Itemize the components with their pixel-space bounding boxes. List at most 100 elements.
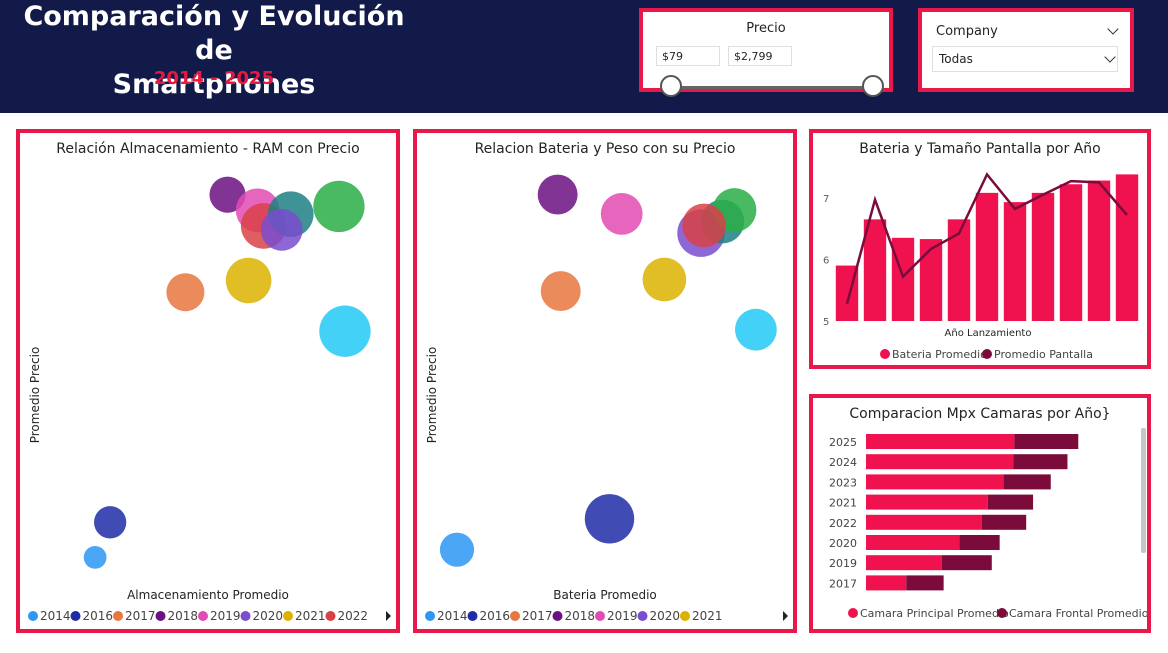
combo-chart-battery-screen: 5 6 7 Año Lanzamiento Bateria Promedio Promed… [823, 172, 1139, 361]
bar-front-2019 [941, 555, 992, 571]
bar-card-cameras[interactable]: Comparacion Mpx Camaras por Año} 2025 202… [809, 394, 1151, 633]
scatter-point-2016 [584, 494, 635, 544]
price-slider-track[interactable] [671, 86, 873, 89]
title-line-1: Comparación y Evolución de [23, 1, 405, 66]
y-tick-label: 5 [823, 317, 829, 328]
bar-2020 [975, 192, 999, 321]
scatter-chart-battery: Bateria Promedio Promedio Precio 2014 2016 2… [425, 174, 788, 623]
bar-front-2024 [1013, 454, 1068, 470]
price-slicer[interactable]: Precio $79 $2,799 [639, 8, 893, 97]
bar-front-2021 [987, 494, 1034, 510]
scatter-point-2025 [319, 305, 371, 357]
legend-marker-2020 [240, 611, 251, 621]
legend-label-2019: 2019 [607, 609, 638, 623]
legend-marker-2019 [198, 611, 208, 621]
legend-label-2017: 2017 [125, 609, 156, 623]
y-tick-label: 2023 [829, 476, 857, 489]
price-slider-max-handle[interactable] [862, 75, 884, 97]
company-slicer-title: Company [936, 24, 998, 39]
price-slider-min-handle[interactable] [660, 75, 682, 97]
bar-2023 [1059, 184, 1083, 321]
scatter-point-2022 [682, 203, 726, 248]
legend-label-2016: 2016 [480, 609, 511, 623]
legend-marker-2021 [680, 611, 690, 621]
legend-next-arrow-icon [386, 611, 391, 621]
legend-marker-2018 [155, 611, 166, 621]
bar-main-2021 [866, 494, 988, 510]
scatter-point-2023 [313, 180, 365, 233]
company-dropdown[interactable]: Todas [932, 46, 1118, 72]
bar-main-2024 [866, 454, 1014, 470]
legend-label-front-camera: Camara Frontal Promedio [1009, 607, 1147, 620]
legend-next-arrow-icon [783, 611, 788, 621]
legend-marker-2019 [595, 611, 605, 621]
company-slicer[interactable]: Company Todas [918, 8, 1134, 92]
bar-main-2019 [866, 555, 942, 571]
y-tick-label: 7 [823, 194, 829, 205]
legend-label-2014: 2014 [40, 609, 71, 623]
legend-label-2019: 2019 [210, 609, 241, 623]
bar-front-2023 [1003, 474, 1051, 490]
bar-chart-cameras: 2025 2024 2023 2021 2022 2020 2019 2017 Camara P… [829, 428, 1147, 620]
bar-front-2020 [959, 535, 1000, 550]
legend-marker-main-camera [848, 608, 858, 618]
bar-2022 [1031, 192, 1055, 321]
legend-marker-2016 [467, 611, 478, 621]
y-tick-label: 2025 [829, 436, 857, 449]
header-banner: Comparación y Evolución de Smartphones 2… [0, 0, 1168, 113]
report-subtitle: 2014 - 2025 [153, 68, 275, 89]
y-axis-label: Promedio Precio [28, 347, 42, 444]
legend-marker-front-camera [997, 608, 1007, 618]
scatter-point-2017 [540, 271, 581, 312]
price-min-input[interactable]: $79 [656, 46, 720, 66]
bar-main-2020 [866, 535, 960, 550]
y-tick-label: 2024 [829, 456, 857, 469]
bar-front-2022 [981, 514, 1027, 530]
bar-2016 [863, 219, 887, 321]
bar-2025 [1115, 174, 1139, 321]
scatter-point-2025 [735, 308, 777, 351]
scatter-card-battery[interactable]: Relacion Bateria y Peso con su Precio Ba… [413, 129, 797, 633]
y-tick-label: 2017 [829, 577, 857, 590]
legend-marker-screen [982, 349, 992, 359]
legend-marker-2022 [325, 611, 336, 621]
combo-card-battery-screen[interactable]: Bateria y Tamaño Pantalla por Año 5 6 7 Año… [809, 129, 1151, 369]
bar-2018 [919, 239, 943, 321]
x-axis-label: Año Lanzamiento [945, 328, 1032, 339]
legend-label-2017: 2017 [522, 609, 553, 623]
y-tick-label: 2021 [829, 497, 857, 510]
legend-label-2014: 2014 [437, 609, 468, 623]
legend-label-2021: 2021 [692, 609, 723, 623]
legend-label-screen: Promedio Pantalla [994, 348, 1093, 361]
price-max-input[interactable]: $2,799 [728, 46, 792, 66]
scatter-card-storage[interactable]: Relación Almacenamiento - RAM con Precio… [16, 129, 400, 633]
bar-front-2017 [906, 575, 944, 591]
legend-marker-2020 [637, 611, 648, 621]
x-axis-label: Almacenamiento Promedio [127, 588, 289, 602]
price-slicer-title: Precio [746, 21, 786, 36]
legend-label-main-camera: Camara Principal Promedio [860, 607, 1009, 620]
legend-marker-2014 [425, 611, 435, 621]
bar-front-2025 [1014, 434, 1079, 449]
scatter-point-2020 [260, 208, 303, 251]
chevron-down-icon[interactable] [1107, 23, 1119, 35]
scatter-point-2016 [94, 506, 127, 539]
x-axis-label: Bateria Promedio [553, 588, 657, 602]
legend-label-2021: 2021 [295, 609, 326, 623]
legend-marker-2017 [113, 611, 123, 621]
y-axis-label: Promedio Precio [425, 347, 439, 444]
bar-2021 [1003, 202, 1027, 321]
bar-main-2017 [866, 575, 907, 591]
legend-label-2018: 2018 [168, 609, 199, 623]
scatter-point-2021 [642, 257, 687, 302]
bar-main-2025 [866, 434, 1015, 449]
legend-label-2018: 2018 [565, 609, 596, 623]
legend-label-2022: 2022 [338, 609, 369, 623]
scatter-point-2019 [600, 192, 643, 235]
legend-marker-2016 [70, 611, 81, 621]
legend-label-2020: 2020 [650, 609, 681, 623]
legend-label-2016: 2016 [83, 609, 114, 623]
scatter-point-2014 [83, 546, 107, 569]
y-tick-label: 2019 [829, 557, 857, 570]
bar-2024 [1087, 180, 1111, 321]
